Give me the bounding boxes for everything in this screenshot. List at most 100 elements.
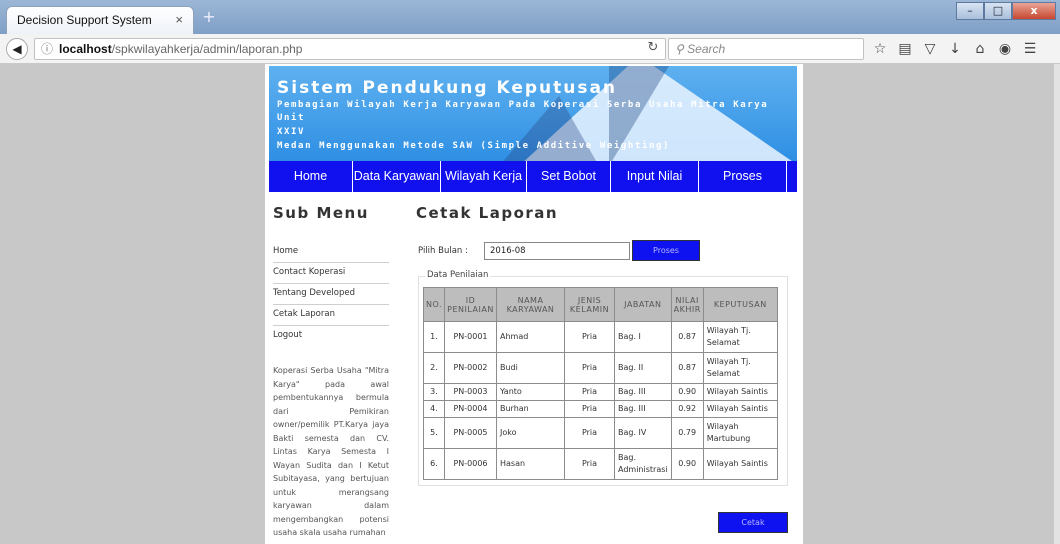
cetak-button[interactable]: Cetak [718, 512, 788, 533]
menu-item-data-karyawan[interactable]: Data Karyawan [353, 161, 441, 192]
info-icon[interactable]: ⓘ [41, 42, 53, 56]
cell-jabatan: Bag. IV [614, 417, 672, 449]
menu-item-set-bobot[interactable]: Set Bobot [527, 161, 611, 192]
cell-nama: Yanto [496, 383, 565, 401]
table-header-row: NO. ID PENILAIAN NAMA KARYAWAN JENIS KEL… [423, 287, 778, 322]
cell-id: PN-0004 [444, 400, 497, 418]
cell-nama: Budi [496, 352, 565, 384]
sidebar-description: Koperasi Serba Usaha "Mitra Karya" pada … [273, 366, 389, 537]
column-header: JABATAN [614, 287, 672, 322]
column-header: NO. [423, 287, 445, 322]
search-placeholder: Search [687, 42, 726, 56]
browser-titlebar: Decision Support System × + – □ x [0, 0, 1060, 34]
menu-item-home[interactable]: Home [269, 161, 353, 192]
home-icon[interactable]: ⌂ [972, 39, 988, 59]
cell-jenis-kelamin: Pria [564, 383, 615, 401]
table-row: 1. PN-0001 Ahmad Pria Bag. I 0.87 Wilaya… [423, 321, 778, 353]
close-window-button[interactable]: x [1012, 2, 1056, 20]
month-input[interactable]: 2016-08 [484, 242, 630, 260]
data-penilaian-fieldset: Data Penilaian NO. ID PENILAIAN NAMA KAR… [418, 270, 788, 486]
cell-jenis-kelamin: Pria [564, 352, 615, 384]
close-icon[interactable]: × [175, 12, 183, 27]
cell-jabatan: Bag. III [614, 383, 672, 401]
address-bar[interactable]: ⓘ localhost/spkwilayahkerja/admin/laporan… [34, 38, 666, 60]
back-arrow-icon[interactable]: ◀ [6, 38, 28, 60]
table-row: 5. PN-0005 Joko Pria Bag. IV 0.79 Wilaya… [423, 417, 778, 449]
download-icon[interactable]: ↓ [947, 39, 963, 59]
column-header: JENIS KELAMIN [564, 287, 615, 322]
cell-nama: Burhan [496, 400, 565, 418]
page-viewport: Sistem Pendukung Keputusan Pembagian Wil… [0, 64, 1060, 544]
cell-nilai: 0.90 [670, 383, 704, 401]
cell-keputusan: Wilayah Saintis [702, 448, 778, 480]
sidebar-link-cetak-laporan[interactable]: Cetak Laporan [273, 305, 389, 326]
site-title: Sistem Pendukung Keputusan [277, 78, 618, 98]
site-subtitle-line1: Pembagian Wilayah Kerja Karyawan Pada Ko… [277, 100, 769, 123]
cell-nilai: 0.90 [670, 448, 704, 480]
pocket-icon[interactable]: ▽ [922, 39, 938, 59]
url-path: /spkwilayahkerja/admin/laporan.php [111, 42, 303, 56]
page-title: Cetak Laporan [416, 204, 559, 222]
cell-id: PN-0003 [444, 383, 497, 401]
cell-nama: Joko [496, 417, 565, 449]
cell-id: PN-0005 [444, 417, 497, 449]
cell-nama: Ahmad [496, 321, 565, 353]
menu-item-wilayah-kerja[interactable]: Wilayah Kerja [441, 161, 527, 192]
reading-list-icon[interactable]: ▤ [897, 39, 913, 59]
cell-no: 5. [423, 417, 445, 449]
menu-item-proses[interactable]: Proses [699, 161, 787, 192]
cell-nilai: 0.79 [670, 417, 704, 449]
cell-nilai: 0.87 [670, 321, 704, 353]
table-row: 4. PN-0004 Burhan Pria Bag. III 0.92 Wil… [423, 400, 778, 418]
chat-icon[interactable]: ◉ [997, 39, 1013, 59]
reload-icon[interactable]: ↻ [640, 38, 666, 60]
new-tab-button[interactable]: + [200, 9, 218, 27]
fieldset-legend: Data Penilaian [425, 270, 491, 280]
search-input[interactable]: ⚲ Search [668, 38, 864, 60]
browser-tab[interactable]: Decision Support System × [6, 6, 194, 34]
bookmark-star-icon[interactable]: ☆ [872, 39, 888, 59]
main-content: Cetak Laporan Pilih Bulan : 2016-08 Pros… [416, 204, 801, 533]
page-scrollbar[interactable] [1054, 64, 1060, 544]
table-row: 2. PN-0002 Budi Pria Bag. II 0.87 Wilaya… [423, 352, 778, 384]
cell-keputusan: Wilayah Saintis [702, 383, 778, 401]
search-icon: ⚲ [675, 42, 684, 56]
column-header: KEPUTUSAN [702, 287, 778, 322]
cell-jenis-kelamin: Pria [564, 400, 615, 418]
cell-nilai: 0.92 [670, 400, 704, 418]
sidebar-link-contact-koperasi[interactable]: Contact Koperasi [273, 263, 389, 284]
cell-jenis-kelamin: Pria [564, 417, 615, 449]
maximize-button[interactable]: □ [984, 2, 1012, 20]
cell-jabatan: Bag. Administrasi [614, 448, 672, 480]
menu-icon[interactable]: ☰ [1022, 39, 1038, 59]
column-header: NAMA KARYAWAN [496, 287, 565, 322]
cell-no: 1. [423, 321, 445, 353]
cell-jenis-kelamin: Pria [564, 448, 615, 480]
header-banner: Sistem Pendukung Keputusan Pembagian Wil… [269, 66, 797, 161]
penilaian-table: NO. ID PENILAIAN NAMA KARYAWAN JENIS KEL… [423, 287, 778, 480]
sidebar-link-home[interactable]: Home [273, 242, 389, 263]
site-container: Sistem Pendukung Keputusan Pembagian Wil… [265, 64, 803, 544]
browser-navbar: ◀ ⓘ localhost/spkwilayahkerja/admin/lapor… [0, 34, 1060, 64]
cell-nilai: 0.87 [670, 352, 704, 384]
url-host: localhost [59, 42, 112, 56]
minimize-button[interactable]: – [956, 2, 984, 20]
month-filter: Pilih Bulan : 2016-08 Proses [418, 240, 798, 262]
cell-no: 6. [423, 448, 445, 480]
table-row: 3. PN-0003 Yanto Pria Bag. III 0.90 Wila… [423, 383, 778, 401]
sidebar-title: Sub Menu [273, 204, 369, 222]
proses-button[interactable]: Proses [632, 240, 700, 261]
menu-item-input-nilai[interactable]: Input Nilai [611, 161, 699, 192]
column-header: NILAI AKHIR [670, 287, 704, 322]
table-row: 6. PN-0006 Hasan Pria Bag. Administrasi … [423, 448, 778, 480]
cell-jabatan: Bag. II [614, 352, 672, 384]
cell-id: PN-0002 [444, 352, 497, 384]
sidebar-link-tentang-developed[interactable]: Tentang Developed [273, 284, 389, 305]
site-subtitle-line3: Medan Menggunakan Metode SAW (Simple Add… [277, 141, 671, 151]
tab-title: Decision Support System [17, 13, 152, 27]
cell-keputusan: Wilayah Martubung [702, 417, 778, 449]
cell-id: PN-0006 [444, 448, 497, 480]
cell-no: 4. [423, 400, 445, 418]
sidebar-link-logout[interactable]: Logout [273, 326, 389, 346]
cell-keputusan: Wilayah Tj. Selamat [702, 321, 778, 353]
